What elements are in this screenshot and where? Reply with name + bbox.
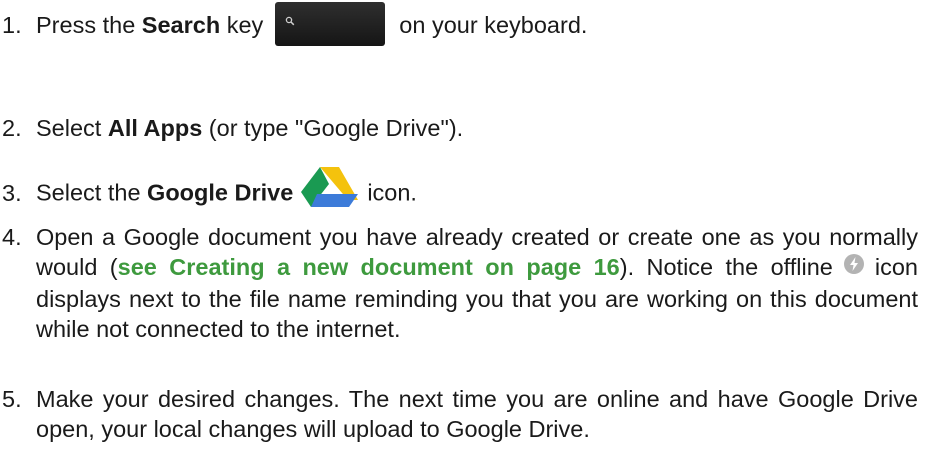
step-text: Make your desired changes. The next time… [36,386,918,442]
google-drive-icon [301,167,359,214]
step-text: key [220,12,264,39]
step-text: Select [36,115,108,141]
step-text: Press the [36,12,142,39]
step-4: 4. Open a Google document you have alrea… [2,222,918,344]
step-text: on your keyboard. [399,12,588,39]
step-number: 3. [2,179,22,206]
step-2: 2. Select All Apps (or type "Google Drive… [2,113,463,143]
step-number: 5. [2,386,22,412]
step-text: (or type "Google Drive"). [202,115,464,141]
step-number: 4. [2,224,22,250]
step-text: icon. [367,179,417,206]
step-bold-term: All Apps [107,115,203,141]
cross-reference-link[interactable]: see Creating a new document on page 16 [118,254,620,280]
step-3: 3. Select the Google Drive icon. [2,167,417,218]
step-number: 1. [2,12,22,39]
offline-icon [843,252,865,282]
step-5: 5. Make your desired changes. The next t… [2,384,918,444]
step-bold-term: Search [141,12,221,39]
step-1: 1. Press the Search key on your keyboard. [2,2,588,49]
step-bold-term: Google Drive [147,179,294,206]
step-number: 2. [2,115,22,141]
step-text: Select the [36,179,148,206]
search-key-icon [275,2,386,46]
step-text: ). Notice the offline [619,254,833,280]
